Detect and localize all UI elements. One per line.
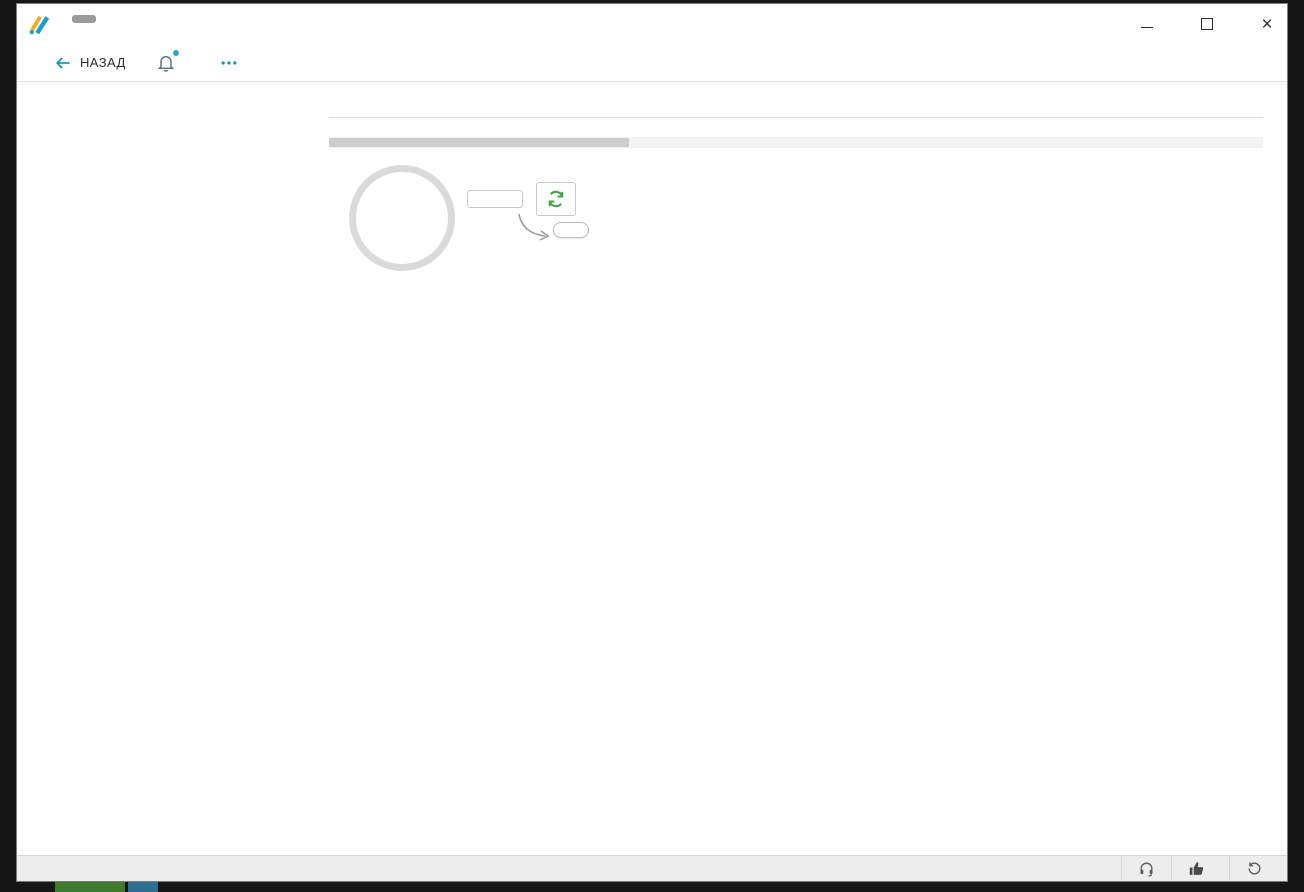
toolbar-items: НАЗАД bbox=[53, 53, 126, 73]
thumbs-up-icon bbox=[1188, 860, 1205, 877]
notifications-bell-button[interactable] bbox=[156, 50, 179, 73]
restore-icon bbox=[1246, 860, 1263, 877]
statusbar bbox=[17, 855, 1287, 881]
titlebar: × bbox=[17, 4, 1287, 44]
desktop-fragment bbox=[55, 881, 125, 892]
window-controls: × bbox=[1140, 15, 1274, 34]
close-button[interactable]: × bbox=[1260, 15, 1274, 34]
app-logo-icon bbox=[27, 12, 52, 36]
freed-space-gauge bbox=[349, 165, 455, 271]
divider bbox=[329, 117, 1263, 118]
support-button[interactable] bbox=[1121, 856, 1171, 881]
main-panel bbox=[307, 82, 1287, 855]
desktop-fragment bbox=[128, 881, 158, 892]
hint-tooltip bbox=[553, 222, 589, 238]
back-arrow-icon bbox=[53, 53, 73, 73]
toolbar-label: НАЗАД bbox=[80, 55, 126, 70]
version-badge bbox=[72, 15, 96, 23]
horizontal-scrollbar[interactable] bbox=[329, 137, 1263, 148]
refresh-icon bbox=[546, 189, 566, 209]
restore-button[interactable] bbox=[1229, 856, 1287, 881]
app-window: × НАЗАД bbox=[17, 4, 1287, 881]
more-button[interactable] bbox=[218, 53, 240, 73]
notification-dot bbox=[172, 50, 179, 56]
toolbar: НАЗАД bbox=[17, 44, 1287, 82]
minimize-button[interactable] bbox=[1140, 17, 1154, 31]
rescan-button[interactable] bbox=[536, 182, 576, 216]
window-content bbox=[17, 82, 1287, 855]
bell-icon bbox=[156, 52, 176, 73]
headphones-icon bbox=[1138, 860, 1155, 877]
clean-button[interactable] bbox=[467, 190, 523, 208]
tooltip-arrow bbox=[518, 213, 550, 241]
feedback-button[interactable] bbox=[1171, 856, 1229, 881]
scan-summary bbox=[329, 148, 1287, 271]
sidebar bbox=[17, 82, 307, 855]
toolbar-back-button[interactable]: НАЗАД bbox=[53, 53, 126, 73]
maximize-button[interactable] bbox=[1200, 17, 1214, 31]
scrollbar-thumb[interactable] bbox=[329, 138, 629, 147]
